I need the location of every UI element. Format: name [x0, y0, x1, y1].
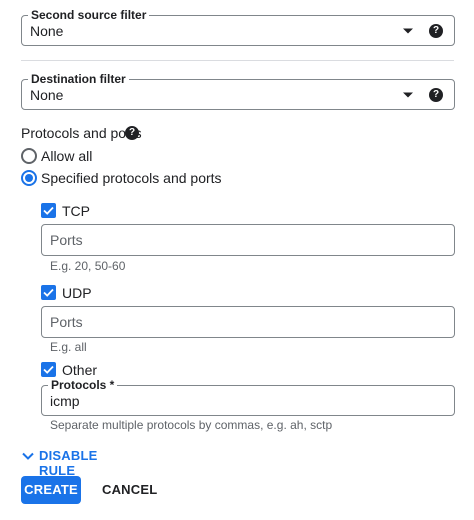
udp-ports-input[interactable]: Ports — [41, 306, 455, 338]
allow-all-label[interactable]: Allow all — [41, 147, 92, 165]
destination-filter-select[interactable]: Destination filter None ? — [21, 71, 455, 110]
second-source-filter-label: Second source filter — [28, 7, 150, 23]
disable-rule-label: DISABLE RULE — [39, 448, 98, 478]
divider — [21, 60, 454, 61]
dropdown-arrow-icon — [403, 28, 413, 33]
udp-checkbox[interactable] — [41, 285, 56, 300]
help-icon[interactable]: ? — [429, 23, 443, 38]
cancel-button[interactable]: CANCEL — [102, 482, 157, 497]
cancel-button-label: CANCEL — [102, 482, 158, 497]
tcp-ports-placeholder: Ports — [50, 232, 83, 248]
tcp-hint: E.g. 20, 50-60 — [50, 259, 126, 273]
create-button-label: CREATE — [24, 482, 78, 497]
second-source-filter-select[interactable]: Second source filter None ? — [21, 7, 455, 46]
other-protocols-value: icmp — [50, 392, 80, 409]
udp-hint: E.g. all — [50, 340, 87, 354]
protocols-help-icon[interactable]: ? — [125, 126, 139, 140]
other-checkbox[interactable] — [41, 362, 56, 377]
allow-all-radio[interactable] — [21, 148, 37, 164]
specified-protocols-radio[interactable] — [21, 170, 37, 186]
destination-filter-value: None — [30, 86, 64, 103]
other-hint: Separate multiple protocols by commas, e… — [50, 418, 333, 432]
other-protocols-input[interactable]: Protocols * icmp — [41, 377, 455, 416]
udp-ports-placeholder: Ports — [50, 314, 83, 330]
checkmark-icon — [43, 206, 54, 215]
disable-rule-toggle[interactable]: DISABLE RULE — [21, 447, 131, 478]
tcp-ports-input[interactable]: Ports — [41, 224, 455, 256]
second-source-filter-value: None — [30, 22, 64, 39]
chevron-down-icon — [22, 452, 34, 460]
other-protocols-label: Protocols * — [48, 377, 118, 393]
create-button[interactable]: CREATE — [21, 476, 81, 504]
dropdown-arrow-icon — [403, 92, 413, 97]
checkmark-icon — [43, 365, 54, 374]
specified-protocols-label[interactable]: Specified protocols and ports — [41, 169, 222, 187]
destination-filter-label: Destination filter — [28, 71, 129, 87]
tcp-checkbox[interactable] — [41, 203, 56, 218]
checkmark-icon — [43, 288, 54, 297]
help-icon[interactable]: ? — [429, 87, 443, 102]
udp-label[interactable]: UDP — [62, 284, 92, 302]
tcp-label[interactable]: TCP — [62, 202, 90, 220]
protocols-heading: Protocols and ports — [21, 125, 142, 141]
